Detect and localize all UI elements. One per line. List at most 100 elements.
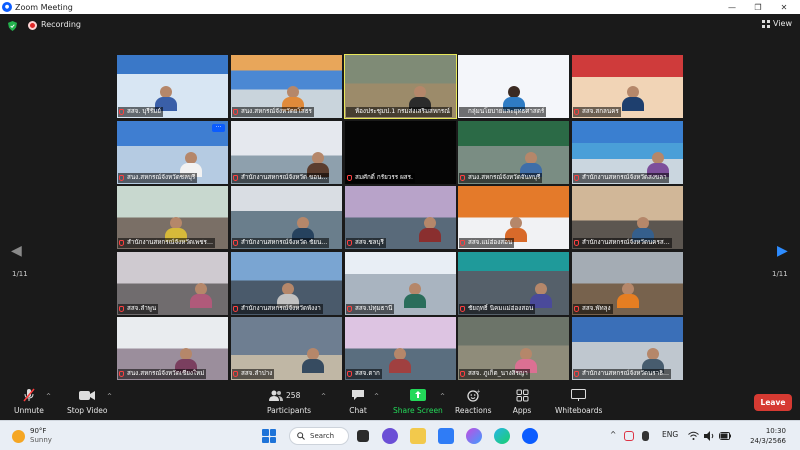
- window-title: Zoom Meeting: [15, 2, 73, 12]
- participant-video-tile[interactable]: สำนักงานสหกรณ์จังหวัดสงขลา: [572, 121, 683, 184]
- reactions-button[interactable]: + Reactions: [455, 388, 491, 416]
- windows-taskbar: 90°F Sunny Search ^ ENG 10:30 24/3/2566: [0, 420, 800, 450]
- apps-icon: [512, 388, 532, 402]
- participant-name: สสจ. ภูเก็ต_นางสิรญา: [459, 369, 530, 379]
- leave-button[interactable]: Leave: [754, 394, 792, 411]
- participant-figure: [190, 283, 212, 308]
- participant-video-tile[interactable]: สำนักงานสหกรณ์จังหวัดเพชร...: [117, 186, 228, 249]
- participant-name: กลุ่มนโยบายและยุทธศาสตร์: [459, 107, 547, 117]
- apps-button[interactable]: Apps: [512, 388, 532, 415]
- share-screen-label: Share Screen: [393, 406, 443, 415]
- chat-icon: [348, 388, 368, 402]
- share-caret-icon[interactable]: ^: [440, 393, 445, 400]
- chat-caret-icon[interactable]: ^: [374, 393, 379, 400]
- chat-button[interactable]: Chat: [348, 388, 368, 415]
- microsoft-store-icon[interactable]: [438, 428, 454, 444]
- copilot-icon[interactable]: [466, 428, 482, 444]
- participant-name: สำนักงานสหกรณ์จังหวัด ขอน...: [232, 173, 330, 183]
- teams-chat-icon[interactable]: [382, 428, 398, 444]
- participant-figure: [617, 283, 639, 308]
- participant-video-tile[interactable]: สำนักงานสหกรณ์จังหวัด ชัยน...: [231, 186, 342, 249]
- unmute-label: Unmute: [14, 406, 44, 415]
- system-clock[interactable]: 10:30 24/3/2566: [750, 426, 786, 446]
- participant-video-tile[interactable]: ชัยฤทธิ์ นิคมแม่ฮ่องสอน: [458, 252, 569, 315]
- participants-count: 258: [286, 390, 301, 400]
- participant-video-tile[interactable]: สนง.สหกรณ์จังหวัดเชียงใหม่: [117, 317, 228, 380]
- next-page-icon[interactable]: ▶: [777, 243, 788, 259]
- unmute-button[interactable]: Unmute: [14, 388, 44, 415]
- wifi-icon[interactable]: [688, 431, 699, 441]
- search-icon: [297, 432, 305, 440]
- participant-video-tile[interactable]: สสจ.ลำพูน: [117, 252, 228, 315]
- participant-video-tile[interactable]: สสจ.สกลนคร: [572, 55, 683, 118]
- participant-video-tile[interactable]: สำนักงานสหกรณ์จังหวัดนราธิ...: [572, 317, 683, 380]
- participant-name: ห้องประชุมป.1 กรมส่งเสริมสหกรณ์: [346, 107, 453, 117]
- muted-mic-icon: [574, 240, 579, 246]
- tray-overflow-icon[interactable]: ^: [610, 430, 616, 439]
- participant-video-tile[interactable]: กลุ่มนโยบายและยุทธศาสตร์: [458, 55, 569, 118]
- meeting-toolbar: Unmute ^ Stop Video ^ 258 Participants ^…: [0, 384, 800, 420]
- file-explorer-icon[interactable]: [410, 428, 426, 444]
- participant-video-tile[interactable]: สสจ.ตาก: [345, 317, 456, 380]
- muted-mic-icon: [119, 306, 124, 312]
- close-button[interactable]: ✕: [771, 0, 797, 14]
- muted-mic-icon: [233, 109, 238, 115]
- participant-video-tile[interactable]: สนง.สหกรณ์จังหวัดยโสธร: [231, 55, 342, 118]
- participant-video-tile[interactable]: สสจ.พัทลุง: [572, 252, 683, 315]
- recording-icon[interactable]: [28, 21, 37, 30]
- windows-start-icon[interactable]: [262, 429, 276, 443]
- window-titlebar: ● Zoom Meeting — ❐ ✕: [0, 0, 800, 14]
- participants-button[interactable]: 258 Participants: [267, 388, 311, 415]
- language-indicator[interactable]: ENG: [662, 430, 678, 439]
- participants-label: Participants: [267, 406, 312, 415]
- participant-figure: [302, 348, 324, 373]
- whiteboards-label: Whiteboards: [555, 406, 603, 415]
- participant-video-tile[interactable]: สสจ.ปทุมธานี: [345, 252, 456, 315]
- participant-video-tile[interactable]: ··· สนง.สหกรณ์จังหวัดชลบุรี: [117, 121, 228, 184]
- more-options-icon[interactable]: ···: [212, 124, 225, 132]
- microphone-icon[interactable]: [642, 431, 649, 441]
- participants-caret-icon[interactable]: ^: [321, 393, 326, 400]
- participants-icon-group: 258: [269, 388, 309, 402]
- shield-icon[interactable]: [8, 21, 17, 31]
- participant-video-tile[interactable]: สสจ. บุรีรัมย์: [117, 55, 228, 118]
- muted-mic-icon: [119, 371, 124, 377]
- video-options-caret-icon[interactable]: ^: [107, 393, 112, 400]
- share-screen-button[interactable]: Share Screen: [393, 388, 443, 415]
- participant-video-tile[interactable]: สำนักงานสหกรณ์จังหวัด ขอน...: [231, 121, 342, 184]
- zoom-app-icon[interactable]: [522, 428, 538, 444]
- muted-mic-icon: [347, 306, 352, 312]
- muted-mic-icon: [119, 109, 124, 115]
- battery-icon[interactable]: [719, 432, 731, 440]
- participant-video-tile[interactable]: สำนักงานสหกรณ์จังหวัดพังงา: [231, 252, 342, 315]
- task-view-icon[interactable]: [357, 430, 369, 442]
- speaker-icon[interactable]: [704, 431, 715, 441]
- share-screen-icon: [408, 388, 428, 402]
- chat-label: Chat: [349, 406, 367, 415]
- weather-widget[interactable]: 90°F Sunny: [12, 427, 52, 445]
- participant-video-tile[interactable]: สสจ. ภูเก็ต_นางสิรญา: [458, 317, 569, 380]
- participant-video-tile[interactable]: สสจ.ชลบุรี: [345, 186, 456, 249]
- participant-video-tile[interactable]: สนง.สหกรณ์จังหวัดจันทบุรี: [458, 121, 569, 184]
- grid-view-icon: [762, 19, 771, 28]
- sync-status-icon[interactable]: [624, 431, 634, 441]
- view-button[interactable]: View: [762, 19, 792, 28]
- maximize-button[interactable]: ❐: [745, 0, 771, 14]
- stop-video-button[interactable]: Stop Video: [67, 388, 107, 415]
- participant-name: สมศักดิ์ กรัยวรร ผสร.: [346, 173, 415, 183]
- muted-mic-icon: [574, 175, 579, 181]
- participant-video-tile[interactable]: สำนักงานสหกรณ์จังหวัดนครส...: [572, 186, 683, 249]
- participant-video-tile[interactable]: สมศักดิ์ กรัยวรร ผสร.: [345, 121, 456, 184]
- minimize-button[interactable]: —: [719, 0, 745, 14]
- participant-name: สำนักงานสหกรณ์จังหวัดสงขลา: [573, 173, 669, 183]
- participant-video-tile[interactable]: ห้องประชุมป.1 กรมส่งเสริมสหกรณ์: [344, 54, 457, 119]
- taskbar-search[interactable]: Search: [289, 427, 349, 445]
- participant-video-tile[interactable]: สสจ.แม่ฮ่องสอน: [458, 186, 569, 249]
- participant-video-tile[interactable]: สสจ.ลำปาง: [231, 317, 342, 380]
- whiteboards-button[interactable]: Whiteboards: [555, 388, 602, 415]
- recording-label: Recording: [41, 20, 82, 29]
- participant-name: สสจ.สกลนคร: [573, 107, 621, 117]
- previous-page-icon[interactable]: ◀: [11, 243, 22, 259]
- edge-browser-icon[interactable]: [494, 428, 510, 444]
- audio-options-caret-icon[interactable]: ^: [46, 393, 51, 400]
